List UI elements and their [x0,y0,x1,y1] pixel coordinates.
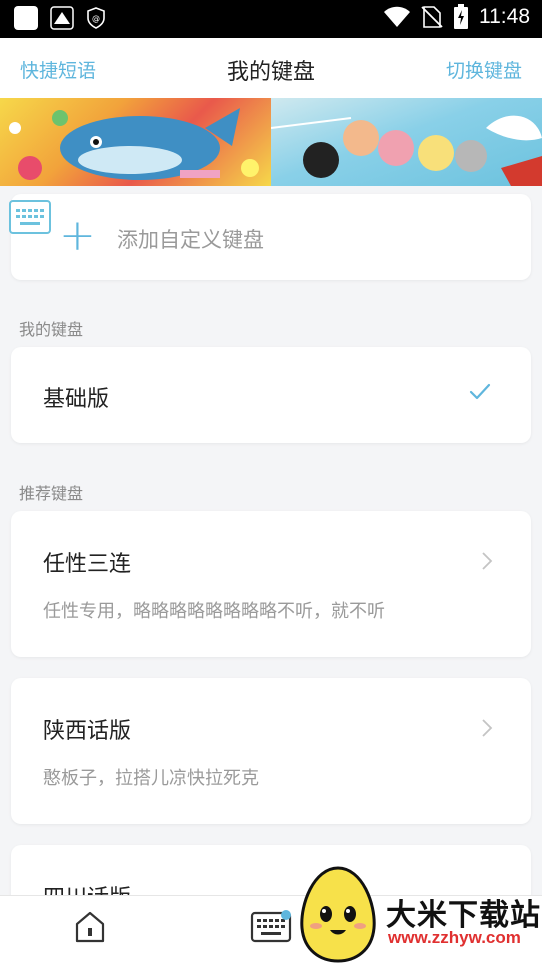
watermark-url: www.zzhyw.com [388,928,521,947]
chevron-right-icon [482,719,493,737]
battery-icon [454,4,468,29]
no-sim-icon [421,6,443,28]
clock-time: 11:48 [479,5,530,28]
wifi-icon [384,6,410,27]
status-bar: @ 11:48 [0,0,542,38]
keyboard-name: 任性三连 [43,552,132,577]
keyboard-name: 基础版 [43,387,110,412]
banner-whale-image[interactable] [0,98,271,186]
add-custom-keyboard-label: 添加自定义键盘 [117,228,264,252]
vpn-icon: @ [87,7,105,29]
add-custom-keyboard-card[interactable]: + 添加自定义键盘 [11,194,531,280]
notification-icon [50,6,74,30]
recommended-item-renxing[interactable]: 任性三连 任性专用，略略略略略略略略不听，就不听 [11,511,531,657]
app-header: 快捷短语 我的键盘 切换键盘 [0,38,542,98]
section-label-my-keyboards: 我的键盘 [19,320,84,339]
keyboard-nav-icon[interactable] [250,910,292,944]
keyboard-name: 陕西话版 [43,719,132,744]
keyboard-description: 憨板子，拉搭儿凉快拉死克 [43,768,259,789]
banner-cats-image[interactable] [271,98,542,186]
check-icon [469,383,491,400]
section-label-recommended: 推荐键盘 [19,484,84,503]
switch-keyboard-link[interactable]: 切换键盘 [446,56,522,83]
svg-text:@: @ [92,14,100,23]
app-icon [14,6,38,30]
home-icon[interactable] [73,910,107,944]
watermark-mascot [300,866,376,963]
chevron-right-icon [482,552,493,570]
keyboard-icon[interactable] [9,200,51,234]
recommended-item-shaanxi[interactable]: 陕西话版 憨板子，拉搭儿凉快拉死克 [11,678,531,824]
promo-banner[interactable] [0,98,542,186]
keyboard-description: 任性专用，略略略略略略略略不听，就不听 [43,601,385,622]
keyboard-item-basic[interactable]: 基础版 [11,347,531,443]
plus-icon: + [59,210,96,261]
